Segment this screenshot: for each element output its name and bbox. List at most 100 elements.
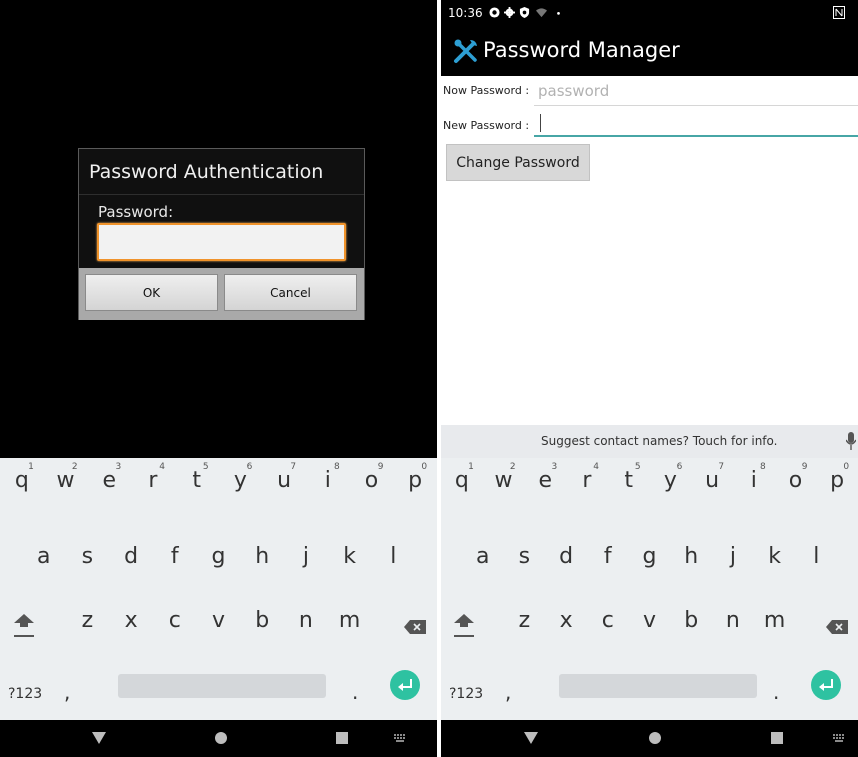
key-k[interactable]: k <box>330 544 370 569</box>
key-label: m <box>763 608 786 633</box>
backspace-icon[interactable] <box>404 620 427 634</box>
key-g[interactable]: g <box>630 544 670 569</box>
key-q[interactable]: q1 <box>2 462 42 493</box>
key-x[interactable]: x <box>111 608 151 633</box>
wifi-icon <box>536 8 547 18</box>
dot-icon <box>557 12 560 15</box>
now-password-label: Now Password : <box>443 84 530 97</box>
microphone-icon[interactable] <box>846 432 856 450</box>
key-u[interactable]: u7 <box>264 462 304 493</box>
key-a[interactable]: a <box>24 544 64 569</box>
key-z[interactable]: z <box>67 608 107 633</box>
suggestion-text[interactable]: Suggest contact names? Touch for info. <box>541 434 777 448</box>
key-v[interactable]: v <box>630 608 670 633</box>
key-w[interactable]: w2 <box>46 462 86 493</box>
key-p[interactable]: p0 <box>395 462 435 493</box>
key-o[interactable]: o9 <box>351 462 391 493</box>
key-l[interactable]: l <box>796 544 836 569</box>
key-p[interactable]: p0 <box>817 462 857 493</box>
key-f[interactable]: f <box>588 544 628 569</box>
key-t[interactable]: t5 <box>609 462 649 493</box>
key-z[interactable]: z <box>504 608 544 633</box>
new-password-input[interactable] <box>534 111 858 137</box>
shift-icon[interactable] <box>453 614 474 638</box>
key-o[interactable]: o9 <box>775 462 815 493</box>
key-n[interactable]: n <box>713 608 753 633</box>
key-c[interactable]: c <box>588 608 628 633</box>
key-b[interactable]: b <box>671 608 711 633</box>
key-h[interactable]: h <box>242 544 282 569</box>
key-e[interactable]: e3 <box>525 462 565 493</box>
key-i[interactable]: i8 <box>734 462 774 493</box>
key-hint-number: 9 <box>801 462 808 472</box>
cancel-button[interactable]: Cancel <box>224 274 357 311</box>
password-input[interactable] <box>97 223 346 261</box>
key-f[interactable]: f <box>155 544 195 569</box>
home-icon[interactable] <box>648 731 662 745</box>
key-e[interactable]: e3 <box>89 462 129 493</box>
key-b[interactable]: b <box>242 608 282 633</box>
key-c[interactable]: c <box>155 608 195 633</box>
ok-button[interactable]: OK <box>85 274 218 311</box>
symbols-key[interactable]: ?123 <box>8 686 42 702</box>
key-t[interactable]: t5 <box>177 462 217 493</box>
key-label: h <box>684 544 699 569</box>
shield-icon <box>519 7 530 18</box>
keyboard-switch-icon[interactable] <box>394 734 406 742</box>
back-icon[interactable] <box>92 732 106 744</box>
key-a[interactable]: a <box>463 544 503 569</box>
status-bar: 10:36 <box>441 0 858 28</box>
key-label: g <box>211 544 226 569</box>
backspace-icon[interactable] <box>826 620 849 634</box>
key-hint-number: 0 <box>843 462 850 472</box>
period-key[interactable]: . <box>773 680 779 704</box>
key-i[interactable]: i8 <box>308 462 348 493</box>
key-v[interactable]: v <box>199 608 239 633</box>
key-k[interactable]: k <box>755 544 795 569</box>
left-screen: Password Authentication Password: OK Can… <box>0 0 437 757</box>
key-h[interactable]: h <box>671 544 711 569</box>
key-s[interactable]: s <box>67 544 107 569</box>
key-r[interactable]: r4 <box>567 462 607 493</box>
key-s[interactable]: s <box>504 544 544 569</box>
key-l[interactable]: l <box>373 544 413 569</box>
shift-icon[interactable] <box>13 614 34 638</box>
recents-icon[interactable] <box>771 732 783 744</box>
key-x[interactable]: x <box>546 608 586 633</box>
key-d[interactable]: d <box>546 544 586 569</box>
home-icon[interactable] <box>214 731 228 745</box>
key-d[interactable]: d <box>111 544 151 569</box>
back-icon[interactable] <box>524 732 538 744</box>
enter-key[interactable] <box>390 670 420 700</box>
key-m[interactable]: m <box>755 608 795 633</box>
key-y[interactable]: y6 <box>650 462 690 493</box>
key-label: i <box>750 468 757 493</box>
key-j[interactable]: j <box>713 544 753 569</box>
key-label: e <box>538 468 553 493</box>
space-key[interactable] <box>118 674 326 698</box>
key-n[interactable]: n <box>286 608 326 633</box>
keyboard-switch-icon[interactable] <box>833 734 845 742</box>
key-label: y <box>663 468 677 493</box>
enter-key[interactable] <box>811 670 841 700</box>
change-password-button[interactable]: Change Password <box>446 144 590 181</box>
key-u[interactable]: u7 <box>692 462 732 493</box>
period-key[interactable]: . <box>352 680 358 704</box>
recents-icon[interactable] <box>336 732 348 744</box>
key-label: u <box>705 468 720 493</box>
key-label: n <box>725 608 740 633</box>
key-g[interactable]: g <box>199 544 239 569</box>
key-label: d <box>559 544 574 569</box>
key-j[interactable]: j <box>286 544 326 569</box>
now-password-input[interactable]: password <box>534 80 858 106</box>
symbols-key[interactable]: ?123 <box>449 686 483 702</box>
key-y[interactable]: y6 <box>220 462 260 493</box>
dialog-button-bar: OK Cancel <box>79 268 364 320</box>
key-w[interactable]: w2 <box>484 462 524 493</box>
key-r[interactable]: r4 <box>133 462 173 493</box>
key-m[interactable]: m <box>330 608 370 633</box>
space-key[interactable] <box>559 674 758 698</box>
comma-key[interactable]: , <box>64 680 70 704</box>
comma-key[interactable]: , <box>505 680 511 704</box>
key-q[interactable]: q1 <box>442 462 482 493</box>
